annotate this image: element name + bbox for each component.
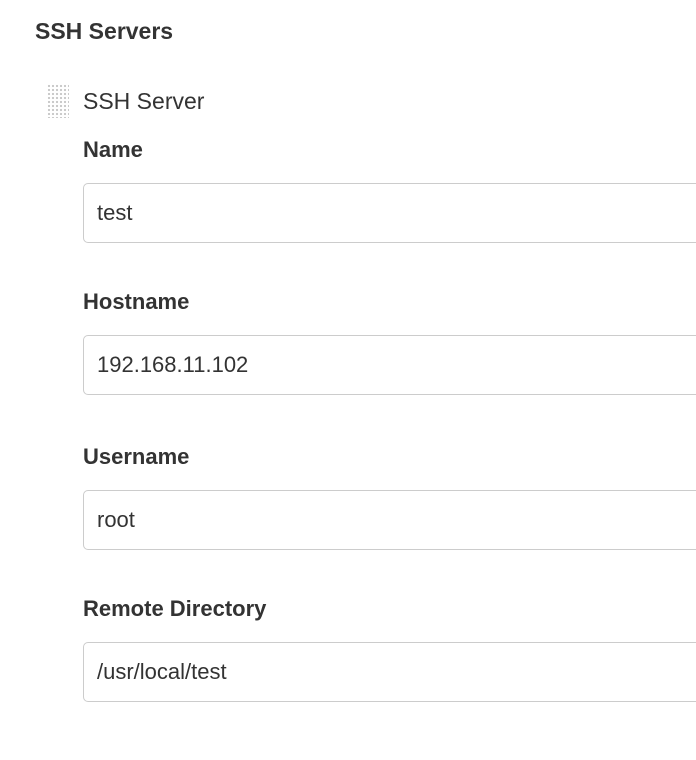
drag-handle-icon[interactable] xyxy=(47,84,69,118)
server-title: SSH Server xyxy=(83,88,205,114)
remote-directory-field[interactable] xyxy=(83,642,696,702)
name-field[interactable] xyxy=(83,183,696,243)
hostname-label: Hostname xyxy=(83,289,190,314)
name-label: Name xyxy=(83,137,143,162)
section-title: SSH Servers xyxy=(35,18,174,44)
username-field[interactable] xyxy=(83,490,696,550)
remote-directory-label: Remote Directory xyxy=(83,596,267,621)
username-label: Username xyxy=(83,444,190,469)
hostname-field[interactable] xyxy=(83,335,696,395)
